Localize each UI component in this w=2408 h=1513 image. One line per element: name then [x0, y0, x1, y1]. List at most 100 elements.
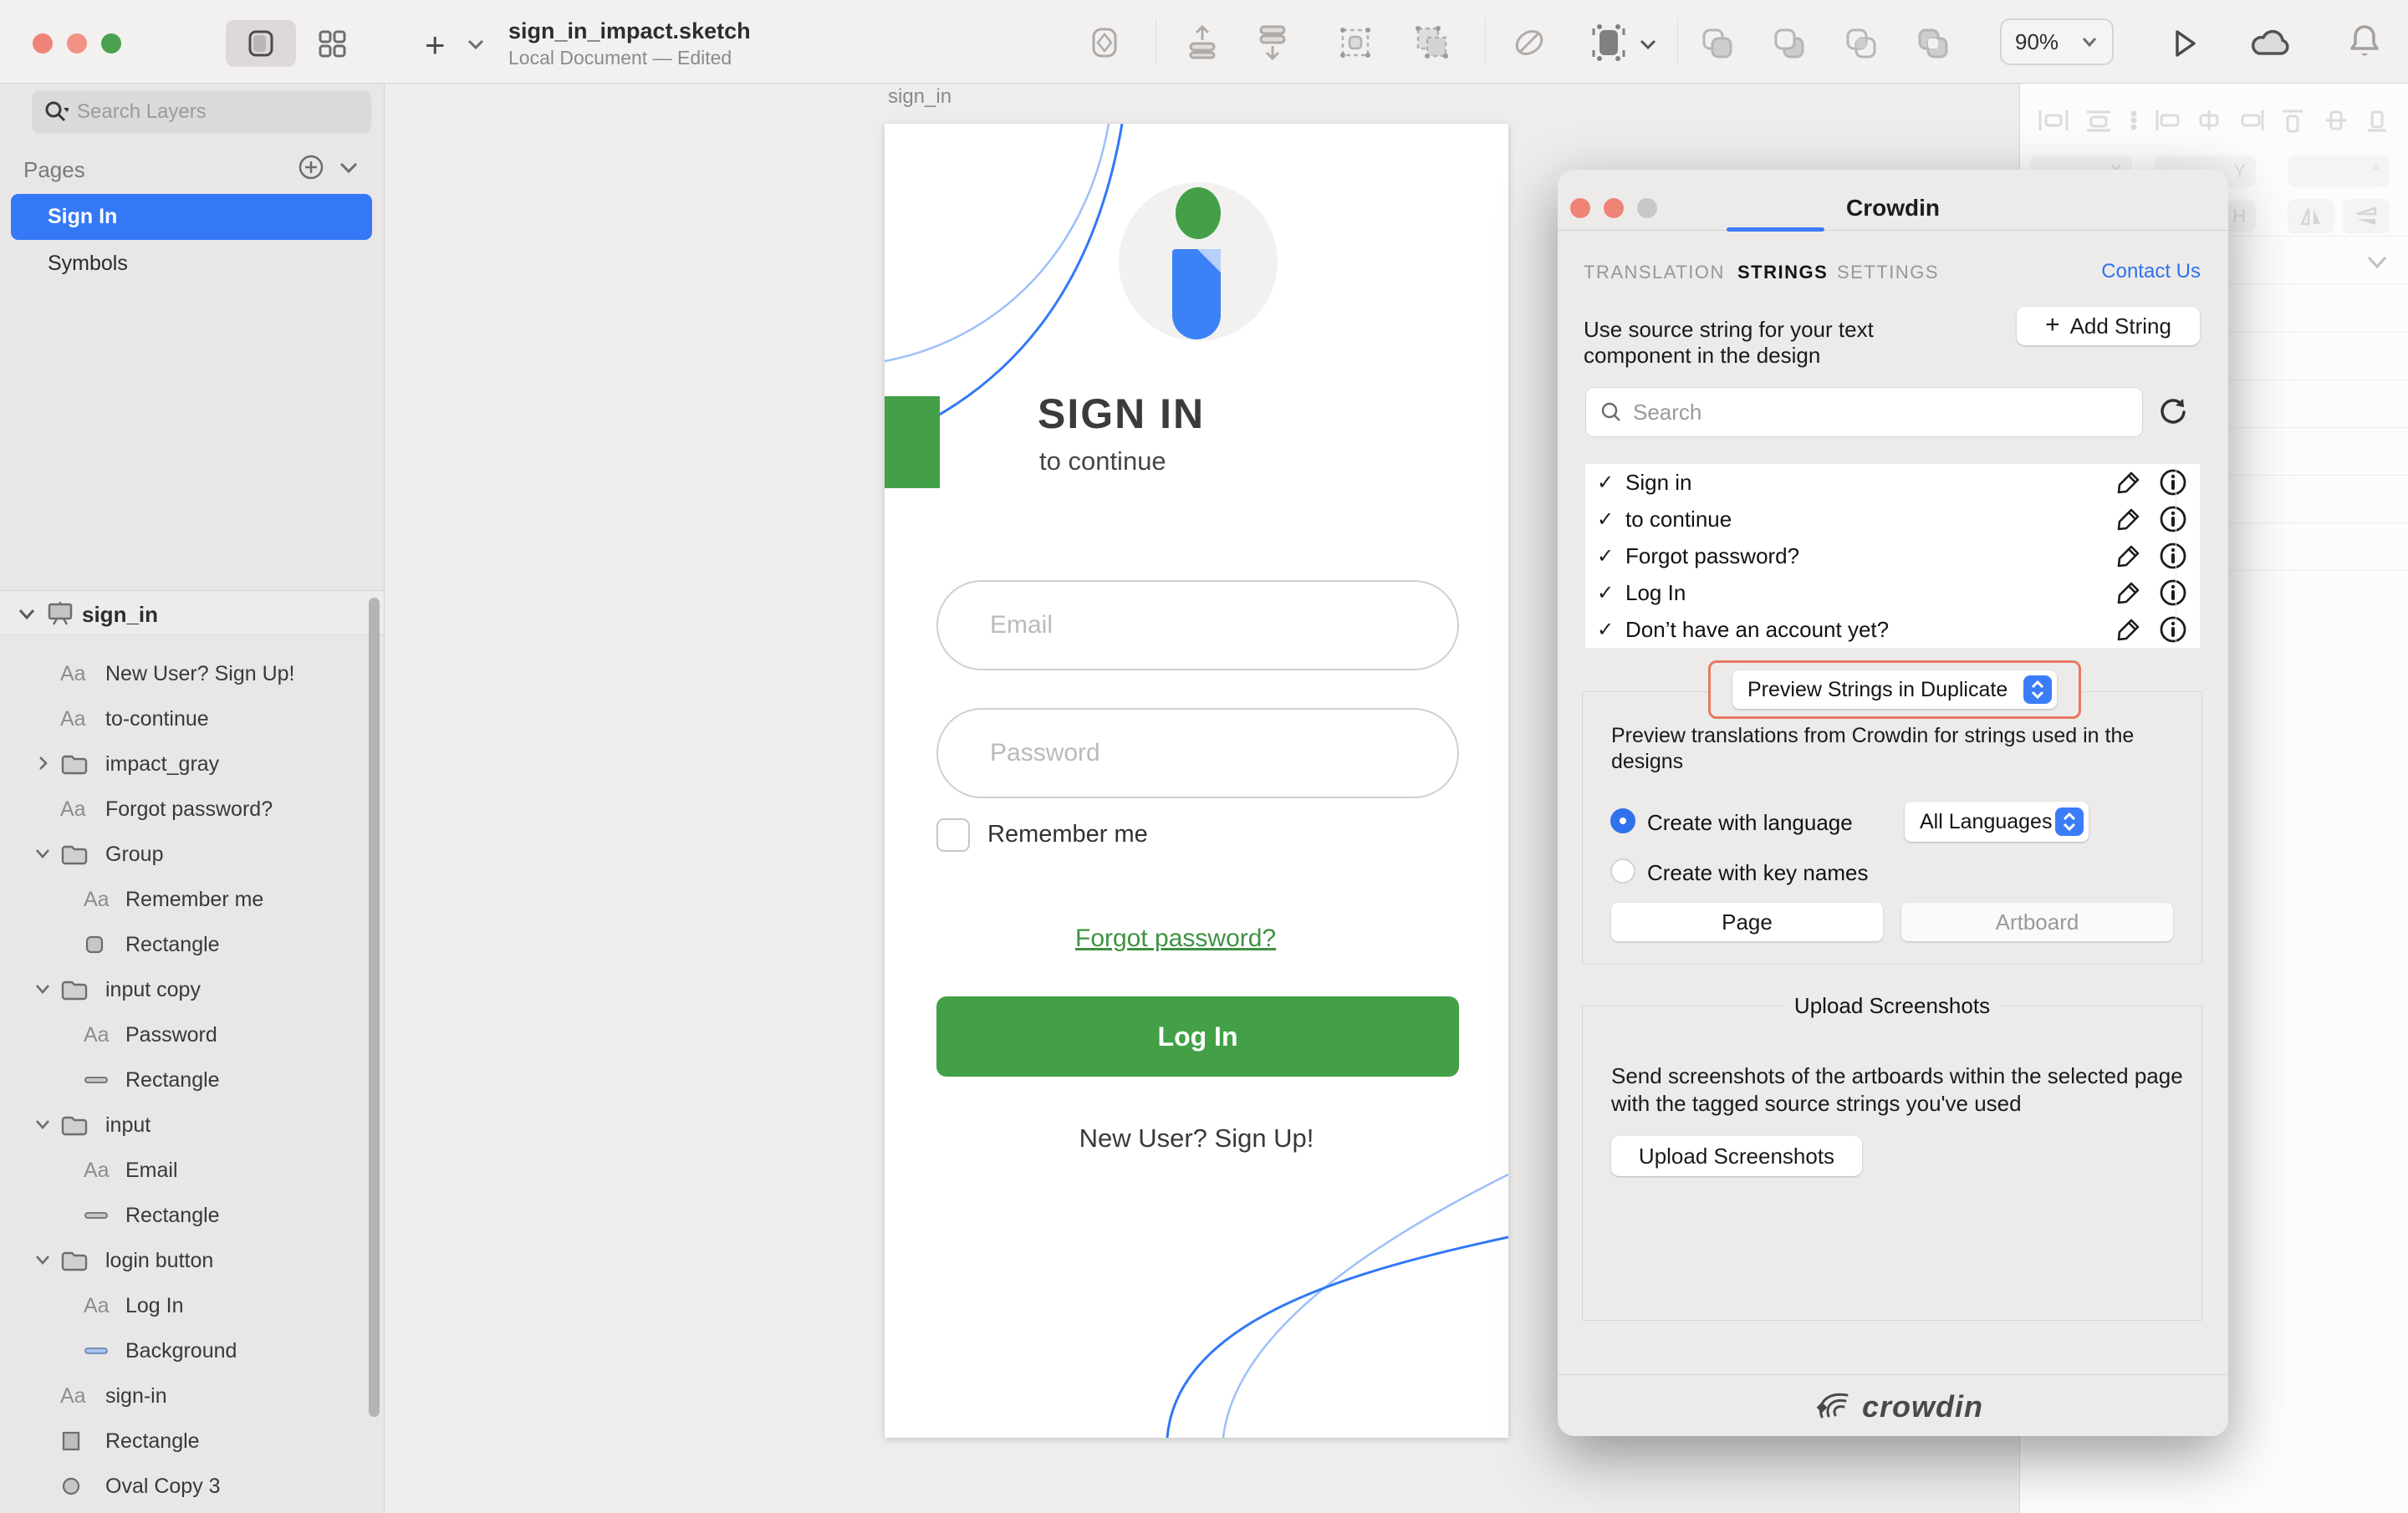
boolean-intersect-icon[interactable]	[1843, 25, 1880, 62]
chevron-right-icon[interactable]	[33, 754, 52, 772]
boolean-subtract-icon[interactable]	[1771, 25, 1808, 62]
chevron-down-icon[interactable]	[17, 608, 37, 621]
chevron-down-icon[interactable]	[33, 1115, 52, 1133]
layer-row[interactable]: Rectangle	[0, 922, 384, 967]
tab-settings[interactable]: SETTINGS	[1837, 262, 1939, 283]
email-field[interactable]: Email	[936, 580, 1459, 670]
boolean-difference-icon[interactable]	[1915, 25, 1951, 62]
layer-row[interactable]: Aato-continue	[0, 696, 384, 741]
refresh-icon[interactable]	[2155, 394, 2191, 430]
edit-pencil-icon[interactable]	[2115, 542, 2143, 570]
canvas-view-toggle[interactable]	[226, 20, 296, 67]
rotation-field[interactable]: °	[2288, 155, 2390, 187]
edit-pencil-icon[interactable]	[2115, 468, 2143, 497]
language-dropdown[interactable]: All Languages	[1905, 802, 2089, 842]
string-row[interactable]: ✓ Log In	[1585, 574, 2200, 611]
layer-label: Log In	[125, 1294, 184, 1318]
string-row[interactable]: ✓ Sign in	[1585, 464, 2200, 501]
info-icon[interactable]	[2158, 541, 2188, 571]
layer-row[interactable]: AaForgot password?	[0, 787, 384, 832]
ungroup-icon[interactable]	[1413, 23, 1451, 62]
layer-row[interactable]: Oval Copy 3	[0, 1464, 384, 1509]
layer-row[interactable]: Rectangle	[0, 1057, 384, 1103]
boolean-union-icon[interactable]	[1699, 25, 1736, 62]
layer-row[interactable]: impact_gray	[0, 741, 384, 787]
add-string-button[interactable]: + Add String	[2017, 307, 2200, 345]
grid-view-toggle[interactable]	[306, 20, 358, 67]
edit-pencil-icon[interactable]	[2115, 615, 2143, 644]
sidebar-page-sign-in[interactable]: Sign In	[11, 194, 372, 240]
layer-row[interactable]: login button	[0, 1238, 384, 1283]
resize-icon[interactable]	[1589, 22, 1629, 64]
sidebar-page-symbols[interactable]: Symbols	[11, 241, 372, 287]
move-forward-icon[interactable]	[1184, 23, 1221, 62]
string-row[interactable]: ✓ Don’t have an account yet?	[1585, 611, 2200, 648]
artboard-button[interactable]: Artboard	[1901, 903, 2173, 941]
preview-strings-dropdown[interactable]: Preview Strings in Duplicate	[1732, 670, 2057, 709]
background-layer-icon	[84, 1346, 109, 1356]
add-page-button[interactable]	[298, 154, 324, 181]
edit-shape-icon[interactable]	[1510, 23, 1548, 62]
layer-row[interactable]: AaPassword	[0, 1012, 384, 1057]
layer-row[interactable]: AaNew User? Sign Up!	[0, 651, 384, 696]
create-with-language-radio[interactable]	[1610, 808, 1635, 833]
layers-scrollbar[interactable]	[369, 598, 380, 1417]
page-button[interactable]: Page	[1611, 903, 1883, 941]
string-row[interactable]: ✓ to continue	[1585, 501, 2200, 537]
string-row[interactable]: ✓ Forgot password?	[1585, 537, 2200, 574]
notifications-bell-icon[interactable]	[2346, 22, 2383, 64]
cloud-sync-icon[interactable]	[2247, 25, 2293, 62]
contact-us-link[interactable]: Contact Us	[2101, 260, 2201, 283]
log-in-button[interactable]: Log In	[936, 996, 1459, 1077]
remember-me-checkbox[interactable]	[936, 818, 970, 852]
info-icon[interactable]	[2158, 578, 2188, 608]
alignment-toolbar-icons[interactable]	[2035, 105, 2386, 135]
pages-collapse-chevron-icon[interactable]	[338, 160, 360, 176]
zoom-level-dropdown[interactable]: 90%	[2000, 18, 2114, 65]
move-backward-icon[interactable]	[1254, 23, 1291, 62]
info-icon[interactable]	[2158, 504, 2188, 534]
strings-search-input[interactable]: Search	[1585, 387, 2143, 437]
layer-row[interactable]: input copy	[0, 967, 384, 1012]
forgot-password-link[interactable]: Forgot password?	[1075, 925, 1276, 953]
flip-horizontal-button[interactable]	[2288, 199, 2334, 234]
layer-row[interactable]: AaEmail	[0, 1148, 384, 1193]
resize-chevron-icon[interactable]	[1637, 37, 1659, 52]
password-field[interactable]: Password	[936, 708, 1459, 798]
layer-row[interactable]: input	[0, 1103, 384, 1148]
section-collapse-chevron-icon[interactable]	[2365, 254, 2390, 271]
search-icon	[43, 99, 69, 125]
create-with-key-names-radio[interactable]	[1610, 858, 1635, 884]
brand-logo-dot-icon	[1176, 187, 1221, 239]
artboard-tree-header[interactable]: sign_in	[0, 590, 384, 635]
tab-translation[interactable]: TRANSLATION	[1584, 262, 1725, 283]
layer-row[interactable]: Rectangle	[0, 1193, 384, 1238]
minimize-window-button[interactable]	[67, 33, 87, 53]
layer-row[interactable]: Group	[0, 832, 384, 877]
layer-row[interactable]: AaRemember me	[0, 877, 384, 922]
preview-play-button[interactable]	[2166, 25, 2202, 62]
layer-row[interactable]: AaLog In	[0, 1283, 384, 1328]
insert-chevron-icon[interactable]	[465, 37, 487, 52]
upload-screenshots-button[interactable]: Upload Screenshots	[1611, 1136, 1862, 1176]
group-icon[interactable]	[1336, 23, 1375, 62]
info-icon[interactable]	[2158, 467, 2188, 497]
close-window-button[interactable]	[33, 33, 53, 53]
layer-row[interactable]: Rectangle	[0, 1419, 384, 1464]
chevron-down-icon[interactable]	[33, 1251, 52, 1269]
chevron-down-icon[interactable]	[33, 980, 52, 998]
search-layers-input[interactable]: Search Layers	[32, 90, 371, 134]
chevron-down-icon[interactable]	[33, 844, 52, 863]
edit-pencil-icon[interactable]	[2115, 505, 2143, 533]
info-icon[interactable]	[2158, 614, 2188, 644]
edit-pencil-icon[interactable]	[2115, 578, 2143, 607]
flip-vertical-button[interactable]	[2343, 199, 2390, 234]
artboard-canvas-label[interactable]: sign_in	[888, 85, 951, 109]
zoom-window-button[interactable]	[101, 33, 121, 53]
layer-row[interactable]: Background	[0, 1328, 384, 1373]
layer-row[interactable]: Aasign-in	[0, 1373, 384, 1419]
sign-up-text[interactable]: New User? Sign Up!	[885, 1123, 1508, 1154]
shape-tool-icon[interactable]	[1087, 25, 1122, 60]
tab-strings[interactable]: STRINGS	[1737, 262, 1828, 283]
insert-button[interactable]: +	[425, 25, 446, 65]
